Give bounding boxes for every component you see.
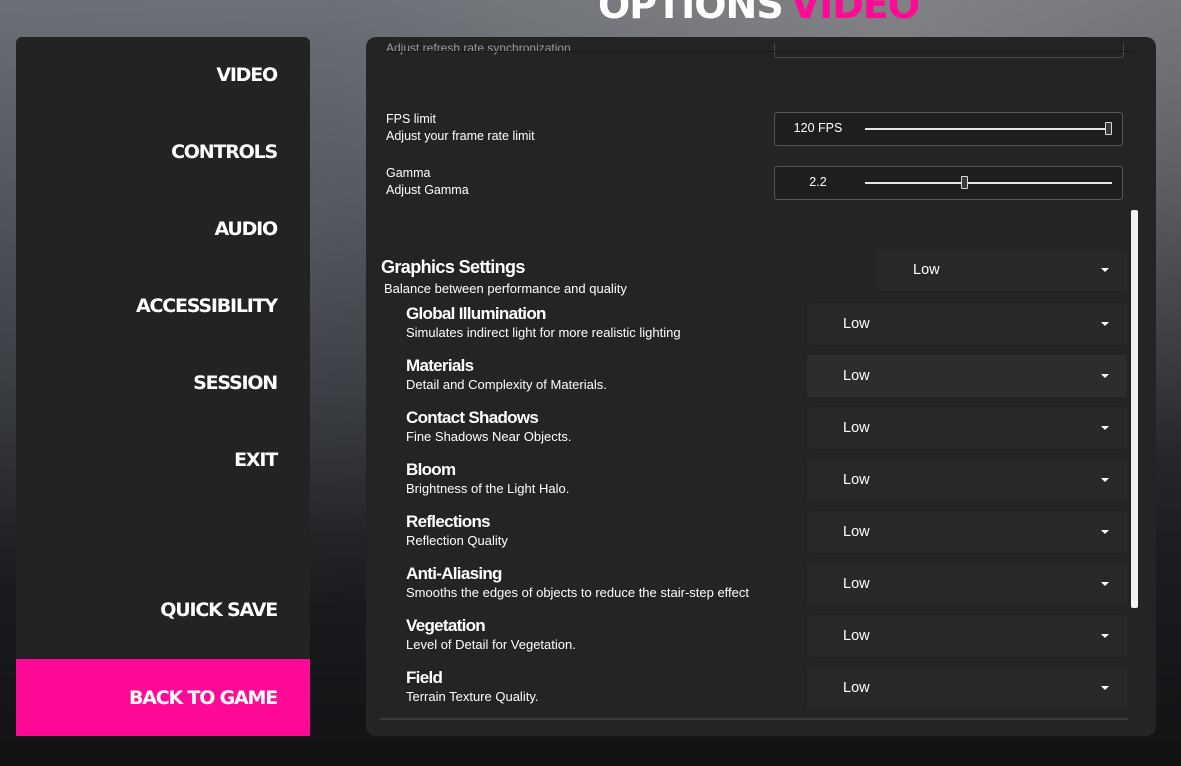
anti-aliasing-dropdown[interactable]: Low <box>807 563 1127 605</box>
global-illumination-dropdown[interactable]: Low <box>807 303 1127 345</box>
title-options: OPTIONS <box>598 0 784 27</box>
materials-dropdown[interactable]: Low <box>807 355 1127 397</box>
chevron-down-icon <box>1101 686 1109 690</box>
setting-desc: Reflection Quality <box>406 533 508 548</box>
nav-quick-save[interactable]: QUICK SAVE <box>160 599 278 621</box>
nav-video[interactable]: VIDEO <box>216 64 278 86</box>
setting-title: Reflections <box>406 512 491 531</box>
dropdown-value: Low <box>843 576 870 592</box>
setting-desc: Smooths the edges of objects to reduce t… <box>406 585 750 600</box>
dropdown-value: Low <box>843 368 870 384</box>
title-section: VIDEO <box>790 0 920 27</box>
setting-title: Anti-Aliasing <box>406 564 502 583</box>
chevron-down-icon <box>1101 530 1109 534</box>
setting-row-materials: Materials Detail and Complexity of Mater… <box>406 356 806 394</box>
setting-desc: Brightness of the Light Halo. <box>406 481 570 496</box>
gamma-desc: Adjust Gamma <box>386 183 469 197</box>
setting-row-anti-aliasing: Anti-Aliasing Smooths the edges of objec… <box>406 564 806 602</box>
fps-limit-desc: Adjust your frame rate limit <box>386 129 535 143</box>
chevron-down-icon <box>1101 634 1109 638</box>
chevron-down-icon <box>1101 478 1109 482</box>
back-to-game-button[interactable]: BACK TO GAME <box>16 659 310 736</box>
gamma-slider[interactable]: 2.2 <box>774 166 1123 200</box>
setting-row-global-illumination: Global Illumination Simulates indirect l… <box>406 304 806 342</box>
nav-accessibility[interactable]: ACCESSIBILITY <box>136 295 278 317</box>
nav-exit[interactable]: EXIT <box>234 449 278 471</box>
fps-limit-thumb[interactable] <box>1105 122 1112 135</box>
contact-shadows-dropdown[interactable]: Low <box>807 407 1127 449</box>
field-dropdown[interactable]: Low <box>807 667 1127 709</box>
fps-limit-label: FPS limit Adjust your frame rate limit <box>386 111 535 145</box>
dropdown-value: Low <box>843 628 870 644</box>
chevron-down-icon <box>1101 426 1109 430</box>
setting-title: Vegetation <box>406 616 486 635</box>
dropdown-value: Low <box>843 472 870 488</box>
scrollbar[interactable] <box>1131 210 1138 608</box>
nav-controls[interactable]: CONTROLS <box>171 141 278 163</box>
setting-row-contact-shadows: Contact Shadows Fine Shadows Near Object… <box>406 408 806 446</box>
graphics-settings-title: Graphics Settings <box>381 257 525 277</box>
scroll-clip-edge <box>380 51 1140 52</box>
chevron-down-icon <box>1101 268 1109 272</box>
settings-panel: Adjust refresh rate synchronization FPS … <box>366 37 1156 736</box>
gamma-title: Gamma <box>386 166 431 180</box>
gamma-thumb[interactable] <box>961 176 968 189</box>
setting-title: Bloom <box>406 460 456 479</box>
setting-desc: Level of Detail for Vegetation. <box>406 637 576 652</box>
setting-row-vegetation: Vegetation Level of Detail for Vegetatio… <box>406 616 806 654</box>
nav-audio[interactable]: AUDIO <box>214 218 278 240</box>
setting-desc: Fine Shadows Near Objects. <box>406 429 572 444</box>
setting-row-field: Field Terrain Texture Quality. <box>406 668 806 706</box>
dropdown-value: Low <box>843 420 870 436</box>
graphics-preset-dropdown[interactable]: Low <box>877 249 1127 291</box>
gamma-track[interactable] <box>865 176 1112 189</box>
setting-row-bloom: Bloom Brightness of the Light Halo. <box>406 460 806 498</box>
fps-limit-title: FPS limit <box>386 112 436 126</box>
sidebar: VIDEO CONTROLS AUDIO ACCESSIBILITY SESSI… <box>16 37 310 736</box>
chevron-down-icon <box>1101 322 1109 326</box>
vegetation-dropdown[interactable]: Low <box>807 615 1127 657</box>
setting-desc: Detail and Complexity of Materials. <box>406 377 607 392</box>
dropdown-value: Low <box>843 524 870 540</box>
graphics-preset-value: Low <box>913 262 940 278</box>
chevron-down-icon <box>1101 374 1109 378</box>
setting-desc: Terrain Texture Quality. <box>406 689 539 704</box>
dropdown-value: Low <box>843 316 870 332</box>
setting-title: Field <box>406 668 443 687</box>
graphics-settings-desc: Balance between performance and quality <box>384 281 627 296</box>
gamma-value: 2.2 <box>809 175 827 189</box>
setting-desc: Simulates indirect light for more realis… <box>406 325 681 340</box>
fps-limit-slider[interactable]: 120 FPS <box>774 112 1123 146</box>
fps-limit-value: 120 FPS <box>793 121 843 135</box>
cut-off-setting-description: Adjust refresh rate synchronization <box>386 41 571 55</box>
setting-row-reflections: Reflections Reflection Quality <box>406 512 806 550</box>
dropdown-value: Low <box>843 680 870 696</box>
reflections-dropdown[interactable]: Low <box>807 511 1127 553</box>
setting-title: Global Illumination <box>406 304 546 323</box>
gamma-label: Gamma Adjust Gamma <box>386 165 469 199</box>
page-title: OPTIONS VIDEO <box>598 0 920 27</box>
setting-title: Contact Shadows <box>406 408 539 427</box>
bloom-dropdown[interactable]: Low <box>807 459 1127 501</box>
fps-limit-track[interactable] <box>865 122 1112 135</box>
chevron-down-icon <box>1101 582 1109 586</box>
list-bottom-edge <box>380 718 1128 720</box>
setting-title: Materials <box>406 356 474 375</box>
nav-session[interactable]: SESSION <box>193 372 278 394</box>
